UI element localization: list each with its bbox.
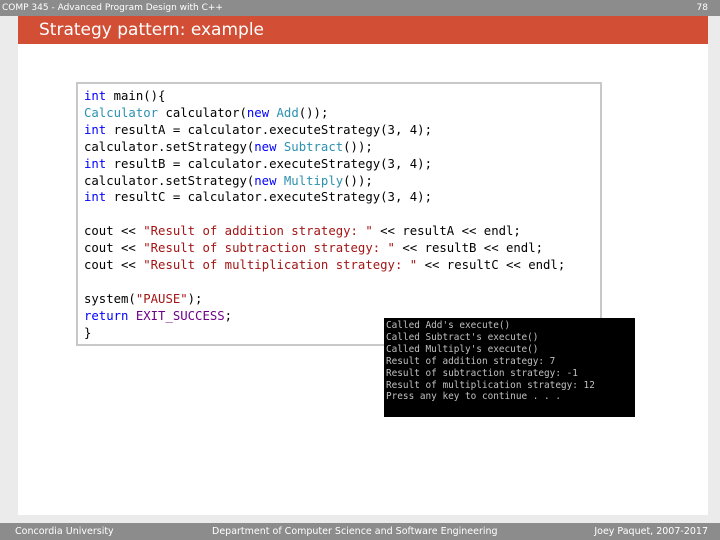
code-token: ()); (343, 139, 373, 154)
console-output-window: Called Add's execute() Called Subtract's… (384, 318, 635, 417)
code-token: system( (84, 291, 136, 306)
console-line: Result of addition strategy: 7 (386, 355, 556, 367)
code-line: calculator.setStrategy(new Subtract()); (84, 140, 373, 154)
code-token: resultB = calculator.executeStrategy(3, … (106, 156, 432, 171)
code-token: Subtract (283, 139, 344, 154)
code-token: cout << (84, 241, 144, 256)
code-token: << resultB << endl; (394, 241, 544, 256)
code-line: system("PAUSE"); (84, 292, 202, 306)
code-token: ()); (343, 173, 373, 188)
code-line: return EXIT_SUCCESS; (84, 309, 232, 323)
code-line: int main(){ (84, 89, 165, 103)
console-line: Press any key to continue . . . (386, 391, 561, 403)
code-token: calculator( (158, 105, 247, 120)
code-box: int main(){ Calculator calculator(new Ad… (76, 82, 602, 346)
code-line: cout << "Result of multiplication strate… (84, 258, 565, 272)
title-bar: Strategy pattern: example (18, 16, 708, 44)
code-line: } (84, 326, 91, 340)
code-token: cout << (84, 258, 144, 273)
code-token: ); (187, 291, 203, 306)
code-line: int resultC = calculator.executeStrategy… (84, 190, 432, 204)
code-listing: int main(){ Calculator calculator(new Ad… (84, 88, 565, 342)
code-line: cout << "Result of addition strategy: " … (84, 224, 521, 238)
footer-bar: Concordia University Department of Compu… (0, 523, 720, 540)
footer-department: Department of Computer Science and Softw… (212, 526, 498, 537)
code-token: int (84, 156, 107, 171)
code-token: return (84, 308, 129, 323)
code-token: new (254, 173, 277, 188)
code-token: new (246, 105, 270, 120)
code-line: calculator.setStrategy(new Multiply()); (84, 174, 373, 188)
footer-university: Concordia University (15, 526, 114, 537)
code-token: "Result of subtraction strategy: " (143, 241, 395, 256)
code-token: "PAUSE" (135, 291, 188, 306)
code-line: int resultA = calculator.executeStrategy… (84, 123, 432, 137)
code-token: ; (224, 308, 233, 323)
console-output: Called Add's execute() Called Subtract's… (386, 320, 595, 403)
code-token: calculator.setStrategy( (84, 139, 255, 154)
code-token: cout << (84, 224, 144, 239)
code-token: int (84, 89, 107, 103)
console-line: Called Subtract's execute() (386, 331, 539, 343)
code-token: int (84, 190, 107, 205)
code-token: int (84, 122, 107, 137)
code-token: resultA = calculator.executeStrategy(3, … (106, 122, 432, 137)
code-token: << resultC << endl; (417, 258, 566, 273)
code-token: calculator.setStrategy( (84, 173, 255, 188)
page-number: 78 (696, 3, 708, 13)
console-line: Called Add's execute() (386, 320, 511, 331)
code-token: "Result of multiplication strategy: " (143, 258, 418, 273)
code-token: main(){ (106, 89, 166, 103)
slide-content: int main(){ Calculator calculator(new Ad… (18, 44, 708, 515)
code-token: } (84, 325, 92, 340)
code-token: "Result of addition strategy: " (143, 224, 373, 239)
slide-title: Strategy pattern: example (39, 20, 265, 40)
console-line: Result of multiplication strategy: 12 (386, 379, 595, 391)
code-token: << resultA << endl; (372, 224, 521, 239)
code-token: Add (276, 105, 299, 120)
code-token: Calculator (84, 105, 159, 120)
header-bar: COMP 345 - Advanced Program Design with … (0, 0, 720, 16)
code-token: EXIT_SUCCESS (135, 308, 225, 323)
code-token: Multiply (283, 173, 344, 188)
code-token: new (254, 139, 277, 154)
code-token: resultC = calculator.executeStrategy(3, … (106, 190, 432, 205)
code-line: Calculator calculator(new Add()); (84, 106, 328, 120)
course-title: COMP 345 - Advanced Program Design with … (2, 3, 223, 13)
code-line: cout << "Result of subtraction strategy:… (84, 241, 543, 255)
console-line: Called Multiply's execute() (386, 343, 539, 355)
footer-author: Joey Paquet, 2007-2017 (594, 526, 708, 537)
console-line: Result of subtraction strategy: -1 (386, 367, 578, 379)
code-line: int resultB = calculator.executeStrategy… (84, 157, 432, 171)
code-token: ()); (298, 105, 329, 120)
